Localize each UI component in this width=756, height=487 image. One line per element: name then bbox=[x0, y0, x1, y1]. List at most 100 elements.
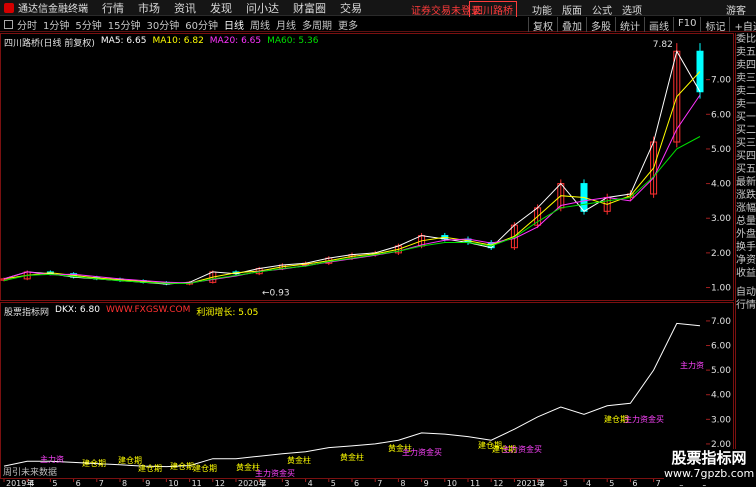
chart-tools: 复权 叠加 多股 统计 画线 F10 标记 +自选 bbox=[528, 17, 756, 33]
x-axis-label: 2019年 bbox=[6, 478, 34, 487]
x-axis-label: 7 bbox=[99, 479, 104, 487]
site-label: WWW.FXGSW.COM bbox=[105, 305, 191, 315]
x-axis-label: 6 bbox=[76, 479, 81, 487]
x-axis-label: 8 bbox=[400, 479, 405, 487]
main-title: 四川路桥(日线 前复权) bbox=[4, 39, 95, 49]
side-item-11[interactable]: 最新 bbox=[736, 176, 756, 189]
x-axis-label: 2020年 bbox=[238, 478, 266, 487]
side-item-12[interactable]: 涨跌 bbox=[736, 189, 756, 202]
ma10-label: MA10: 6.82 bbox=[152, 36, 204, 46]
period-daily[interactable]: 日线 bbox=[224, 17, 244, 32]
tool-overlay[interactable]: 叠加 bbox=[557, 17, 586, 33]
side-item-17[interactable]: 净资 bbox=[736, 254, 756, 267]
profit-growth-label: 利润增长: 5.05 bbox=[196, 308, 259, 318]
ma-legend: 四川路桥(日线 前复权) MA5: 6.65 MA10: 6.82 MA20: … bbox=[4, 36, 324, 49]
price-chart-panel[interactable]: 四川路桥(日线 前复权) MA5: 6.65 MA10: 6.82 MA20: … bbox=[0, 33, 734, 301]
menu-market[interactable]: 市场 bbox=[138, 0, 160, 16]
side-bottom-item-1[interactable]: 行情 bbox=[736, 299, 756, 312]
x-axis-label: 8 bbox=[122, 479, 127, 487]
x-axis-label: 4 bbox=[586, 479, 591, 487]
side-item-0[interactable]: 委比 bbox=[736, 33, 756, 46]
side-item-3[interactable]: 卖三 bbox=[736, 72, 756, 85]
x-axis-label: 6 bbox=[632, 479, 637, 487]
watermark-url: www.7gpzb.com bbox=[664, 467, 755, 480]
side-item-10[interactable]: 买五 bbox=[736, 163, 756, 176]
ma20-label: MA20: 6.65 bbox=[209, 36, 262, 46]
menu-wealth[interactable]: 财富圈 bbox=[293, 0, 326, 16]
menu-news[interactable]: 资讯 bbox=[174, 0, 196, 16]
period-multi[interactable]: 多周期 bbox=[302, 17, 332, 32]
menu-trade[interactable]: 交易 bbox=[340, 0, 362, 16]
x-axis-label: 12 bbox=[493, 479, 503, 487]
tool-statistics[interactable]: 统计 bbox=[615, 17, 644, 33]
guest-user[interactable]: 游客 bbox=[726, 2, 746, 17]
tool-f10[interactable]: F10 bbox=[673, 17, 700, 32]
tool-add-watchlist[interactable]: +自选 bbox=[729, 17, 756, 33]
x-axis-label: 4 bbox=[308, 479, 313, 487]
x-axis-label: 3 bbox=[563, 479, 568, 487]
side-bottom-item-0[interactable]: 自动 bbox=[736, 286, 756, 299]
x-axis-label: 11 bbox=[470, 479, 480, 487]
x-axis-label: 12 bbox=[215, 479, 225, 487]
x-axis-label: 2 bbox=[540, 479, 545, 487]
x-axis-label: 9 bbox=[424, 479, 429, 487]
x-axis-label: 4 bbox=[29, 479, 34, 487]
period-15min[interactable]: 15分钟 bbox=[108, 17, 141, 32]
x-axis-label: 10 bbox=[168, 479, 178, 487]
side-item-1[interactable]: 卖五 bbox=[736, 46, 756, 59]
side-item-18[interactable]: 收益 bbox=[736, 267, 756, 280]
side-item-16[interactable]: 换手 bbox=[736, 241, 756, 254]
x-axis-label: 6 bbox=[354, 479, 359, 487]
menu-options[interactable]: 选项 bbox=[622, 2, 642, 17]
tool-draw[interactable]: 画线 bbox=[644, 17, 673, 33]
x-axis-label: 11 bbox=[192, 479, 202, 487]
x-axis-label: 10 bbox=[447, 479, 457, 487]
indicator-legend: 股票指标网 DKX: 6.80 WWW.FXGSW.COM 利润增长: 5.05 bbox=[4, 305, 264, 318]
side-item-7[interactable]: 买二 bbox=[736, 124, 756, 137]
x-axis-label: 2 bbox=[261, 479, 266, 487]
period-intraday[interactable]: 分时 bbox=[17, 17, 37, 32]
side-item-13[interactable]: 涨幅 bbox=[736, 202, 756, 215]
menu-market-quotes[interactable]: 行情 bbox=[102, 0, 124, 16]
tool-mark[interactable]: 标记 bbox=[700, 17, 729, 33]
period-monthly[interactable]: 月线 bbox=[276, 17, 296, 32]
menu-formula[interactable]: 公式 bbox=[592, 2, 612, 17]
panel-toggle-icon[interactable] bbox=[4, 19, 13, 29]
side-item-8[interactable]: 买三 bbox=[736, 137, 756, 150]
side-item-6[interactable]: 买一 bbox=[736, 111, 756, 124]
indicator-name: 股票指标网 bbox=[4, 308, 50, 318]
side-item-2[interactable]: 卖四 bbox=[736, 59, 756, 72]
period-weekly[interactable]: 周线 bbox=[250, 17, 270, 32]
menu-functions[interactable]: 功能 bbox=[532, 2, 552, 17]
side-item-4[interactable]: 卖二 bbox=[736, 85, 756, 98]
right-menu: 功能 版面 公式 选项 bbox=[532, 2, 652, 17]
app-logo-icon bbox=[4, 2, 14, 13]
side-item-5[interactable]: 卖一 bbox=[736, 98, 756, 111]
indicator-panel[interactable]: 股票指标网 DKX: 6.80 WWW.FXGSW.COM 利润增长: 5.05 bbox=[0, 302, 734, 479]
future-data-label: 周引未来数据 bbox=[3, 468, 58, 478]
period-more[interactable]: 更多 bbox=[338, 17, 358, 32]
period-60min[interactable]: 60分钟 bbox=[185, 17, 218, 32]
x-axis-label: 3 bbox=[284, 479, 289, 487]
side-item-15[interactable]: 外盘 bbox=[736, 228, 756, 241]
period-5min[interactable]: 5分钟 bbox=[75, 17, 101, 32]
ma60-label: MA60: 5.36 bbox=[267, 36, 319, 46]
x-axis-label: 7 bbox=[656, 479, 661, 487]
tool-multi-stock[interactable]: 多股 bbox=[586, 17, 615, 33]
menu-discover[interactable]: 发现 bbox=[210, 0, 232, 16]
period-30min[interactable]: 30分钟 bbox=[146, 17, 179, 32]
side-item-9[interactable]: 买四 bbox=[736, 150, 756, 163]
x-axis-label: 9 bbox=[145, 479, 150, 487]
menu-layout[interactable]: 版面 bbox=[562, 2, 582, 17]
x-axis-label: 2021年 bbox=[516, 478, 544, 487]
watermark: 股票指标网 www.7gpzb.com bbox=[664, 449, 754, 485]
stock-name-badge[interactable]: 四川路桥 bbox=[469, 1, 517, 18]
x-axis-label: 5 bbox=[331, 479, 336, 487]
x-axis-label: 5 bbox=[609, 479, 614, 487]
tool-adjust[interactable]: 复权 bbox=[528, 17, 557, 33]
period-1min[interactable]: 1分钟 bbox=[43, 17, 69, 32]
side-item-14[interactable]: 总量 bbox=[736, 215, 756, 228]
menu-ask[interactable]: 问小达 bbox=[246, 0, 279, 16]
quote-side-panel: 委比 卖五 卖四 卖三 卖二 卖一 买一 买二 买三 买四 买五 最新 涨跌 涨幅 总量 外盘 换手 净资 收益 自… bbox=[735, 33, 756, 479]
x-axis-label: 7 bbox=[377, 479, 382, 487]
